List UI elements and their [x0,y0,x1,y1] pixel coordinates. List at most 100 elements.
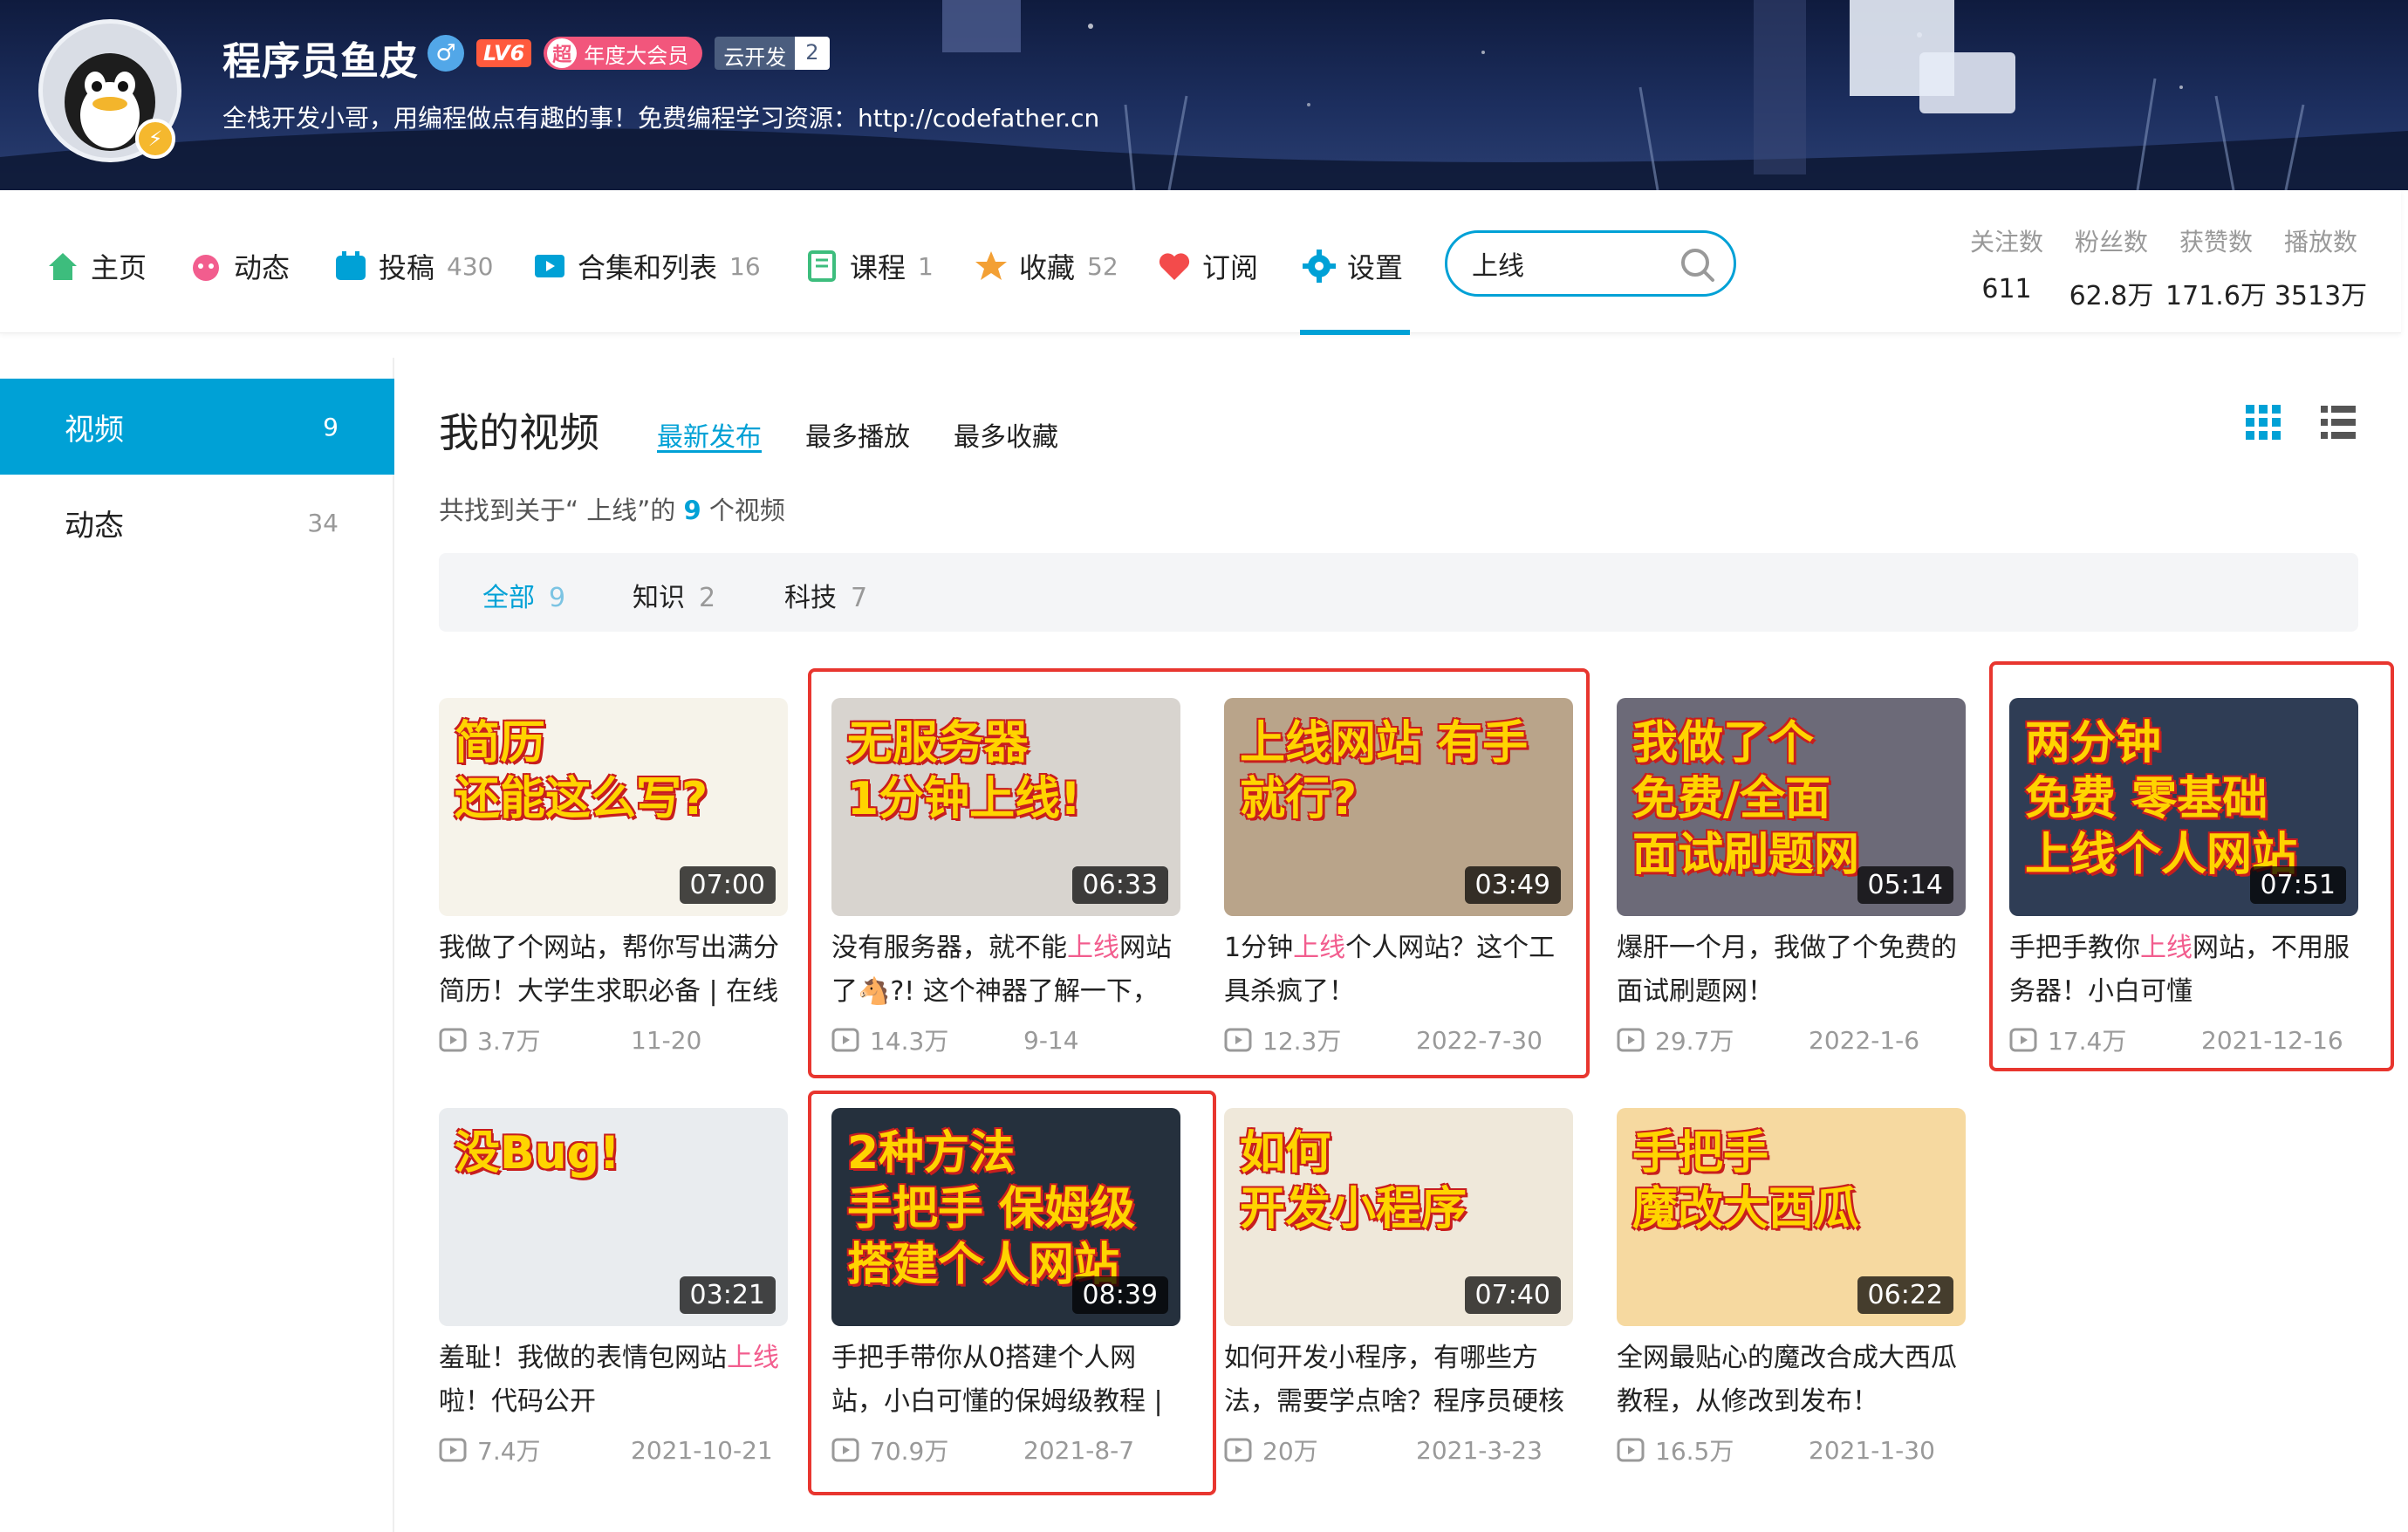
sidebar-item-label: 视频 [65,412,124,448]
publish-date: 2022-7-30 [1416,1025,1543,1055]
publish-date: 9-14 [1023,1025,1079,1055]
found-suffix: 个视频 [708,496,785,525]
stat-following[interactable]: 关注数 611 [1954,223,2059,312]
title-text: 全网最贴心的魔改合成大西瓜教程，从修改到发布！ [1617,1343,1957,1417]
sidebar-item-count: 34 [307,508,339,537]
video-thumbnail[interactable]: 两分钟 免费 零基础 上线个人网站 07:51 [2009,698,2358,916]
cloud-dev-label: 云开发 [715,37,796,70]
sort-most-favorited[interactable]: 最多收藏 [954,415,1058,454]
video-meta: 7.4万 2021-10-21 [439,1433,788,1467]
video-card[interactable]: 无服务器 1分钟上线! 06:33 没有服务器，就不能上线网站了🐴?! 这个神器了解… [831,698,1180,1064]
search-box[interactable] [1445,230,1736,297]
video-card[interactable]: 我做了个 免费/全面 面试刷题网 05:14 爆肝一个月，我做了个免费的面试刷题网！… [1617,698,1966,1064]
play-count: 7.4万 [439,1433,631,1467]
video-card[interactable]: 如何 开发小程序 07:40 如何开发小程序，有哪些方法，需要学点啥？程序员硬核 20… [1224,1108,1573,1474]
nav-collection[interactable]: 合集和列表 16 [532,246,761,286]
title-text: 啦！代码公开 [439,1386,596,1417]
video-meta: 20万 2021-3-23 [1224,1433,1573,1467]
play-count-value: 14.3万 [870,1027,949,1056]
thumbnail-text: 我做了个 免费/全面 面试刷题网 [1632,717,1860,881]
video-title[interactable]: 爆肝一个月，我做了个免费的面试刷题网！ [1617,927,1966,1014]
video-meta: 12.3万 2022-7-30 [1224,1022,1573,1057]
video-duration: 06:22 [1857,1276,1953,1314]
publish-date: 2021-12-16 [2201,1025,2343,1055]
sidebar-item-video[interactable]: 视频 9 [0,379,394,475]
nav-settings[interactable]: 设置 [1302,246,1403,286]
sort-latest[interactable]: 最新发布 [657,415,762,454]
video-title[interactable]: 羞耻！我做的表情包网站上线啦！代码公开 [439,1337,788,1424]
video-title[interactable]: 没有服务器，就不能上线网站了🐴?! 这个神器了解一下， [831,927,1180,1014]
play-count: 12.3万 [1224,1022,1416,1057]
publish-date: 2021-8-7 [1023,1435,1135,1465]
video-thumbnail[interactable]: 无服务器 1分钟上线! 06:33 [831,698,1180,916]
play-count-icon [439,1028,467,1052]
list-view-icon[interactable] [2319,403,2357,445]
nav-home[interactable]: 主页 [45,246,147,286]
filter-knowledge[interactable]: 知识 2 [633,576,715,614]
sidebar-item-dynamic[interactable]: 动态 34 [0,475,394,571]
video-thumbnail[interactable]: 如何 开发小程序 07:40 [1224,1108,1573,1326]
video-thumbnail[interactable]: 没Bug! 03:21 [439,1108,788,1326]
collection-icon [532,249,567,284]
video-duration: 03:21 [679,1276,776,1314]
thumbnail-text: 如何 开发小程序 [1240,1127,1467,1235]
video-thumbnail[interactable]: 上线网站 有手就行? 03:49 [1224,698,1573,916]
filter-label: 科技 [784,583,837,613]
thumbnail-text: 两分钟 免费 零基础 上线个人网站 [2025,717,2298,881]
video-title[interactable]: 如何开发小程序，有哪些方法，需要学点啥？程序员硬核 [1224,1337,1573,1424]
video-card[interactable]: 手把手 魔改大西瓜 06:22 全网最贴心的魔改合成大西瓜教程，从修改到发布！ 16.… [1617,1108,1966,1474]
play-count-icon [831,1028,859,1052]
video-card[interactable]: 没Bug! 03:21 羞耻！我做的表情包网站上线啦！代码公开 7.4万 2021-10… [439,1108,788,1474]
video-thumbnail[interactable]: 2种方法 手把手 保姆级 搭建个人网站 08:39 [831,1108,1180,1326]
publish-date: 2021-3-23 [1416,1435,1543,1465]
video-card[interactable]: 两分钟 免费 零基础 上线个人网站 07:51 手把手教你上线网站，不用服务器！小白… [2009,698,2358,1064]
video-title[interactable]: 手把手教你上线网站，不用服务器！小白可懂 [2009,927,2358,1014]
filter-all[interactable]: 全部 9 [482,576,565,614]
search-input[interactable] [1472,248,1673,279]
thumbnail-text: 简历 还能这么写? [455,717,708,825]
video-card[interactable]: 2种方法 手把手 保姆级 搭建个人网站 08:39 手把手带你从0搭建个人网站，小白… [831,1108,1180,1474]
play-count-icon [439,1438,467,1462]
grid-view-icon[interactable] [2244,403,2282,445]
filter-count: 2 [699,583,716,613]
cloud-dev-badge[interactable]: 云开发 2 [715,37,830,70]
video-meta: 70.9万 2021-8-7 [831,1433,1180,1467]
play-count-icon [2009,1028,2037,1052]
vip-badge[interactable]: 超 年度大会员 [544,37,703,70]
stat-value: 611 [1981,274,2032,304]
video-thumbnail[interactable]: 我做了个 免费/全面 面试刷题网 05:14 [1617,698,1966,916]
sort-most-played[interactable]: 最多播放 [805,415,910,454]
nav-upload[interactable]: 投稿 430 [333,246,493,286]
title-keyword-highlight: 上线 [1293,933,1346,963]
filter-tech[interactable]: 科技 7 [784,576,867,614]
thumbnail-text: 无服务器 1分钟上线! [847,717,1081,825]
level-badge: LV6 [476,39,532,67]
play-count-icon [1617,1438,1645,1462]
video-title[interactable]: 1分钟上线个人网站？这个工具杀疯了！ [1224,927,1573,1014]
video-title[interactable]: 手把手带你从0搭建个人网站，小白可懂的保姆级教程 | [831,1337,1180,1424]
video-thumbnail[interactable]: 手把手 魔改大西瓜 06:22 [1617,1108,1966,1326]
favorite-icon [974,249,1009,284]
video-meta: 17.4万 2021-12-16 [2009,1022,2358,1057]
stat-followers[interactable]: 粉丝数 62.8万 [2059,223,2164,312]
lightning-badge-icon: ⚡ [135,119,175,159]
video-card[interactable]: 简历 还能这么写? 07:00 我做了个网站，帮你写出满分简历！大学生求职必备 | … [439,698,788,1064]
nav-label: 动态 [234,251,291,284]
video-card[interactable]: 上线网站 有手就行? 03:49 1分钟上线个人网站？这个工具杀疯了！ 12.3万 20… [1224,698,1573,1064]
nav-subscribe[interactable]: 订阅 [1157,246,1258,286]
nav-favorite[interactable]: 收藏 52 [974,246,1118,286]
video-thumbnail[interactable]: 简历 还能这么写? 07:00 [439,698,788,916]
thumbnail-text: 上线网站 有手就行? [1240,717,1529,825]
search-icon[interactable] [1678,245,1718,292]
nav-course[interactable]: 课程 1 [804,246,934,286]
play-count: 14.3万 [831,1022,1023,1057]
nav-label: 投稿 [379,251,435,284]
sort-active-underline [657,450,762,453]
video-title[interactable]: 全网最贴心的魔改合成大西瓜教程，从修改到发布！ [1617,1337,1966,1424]
video-duration: 06:33 [1071,866,1168,904]
video-title[interactable]: 我做了个网站，帮你写出满分简历！大学生求职必备 | 在线 [439,927,788,1014]
gender-male-icon: ♂ [428,35,464,72]
play-count-value: 20万 [1262,1437,1318,1466]
filter-count: 9 [549,583,566,613]
nav-dynamic[interactable]: 动态 [188,246,290,286]
